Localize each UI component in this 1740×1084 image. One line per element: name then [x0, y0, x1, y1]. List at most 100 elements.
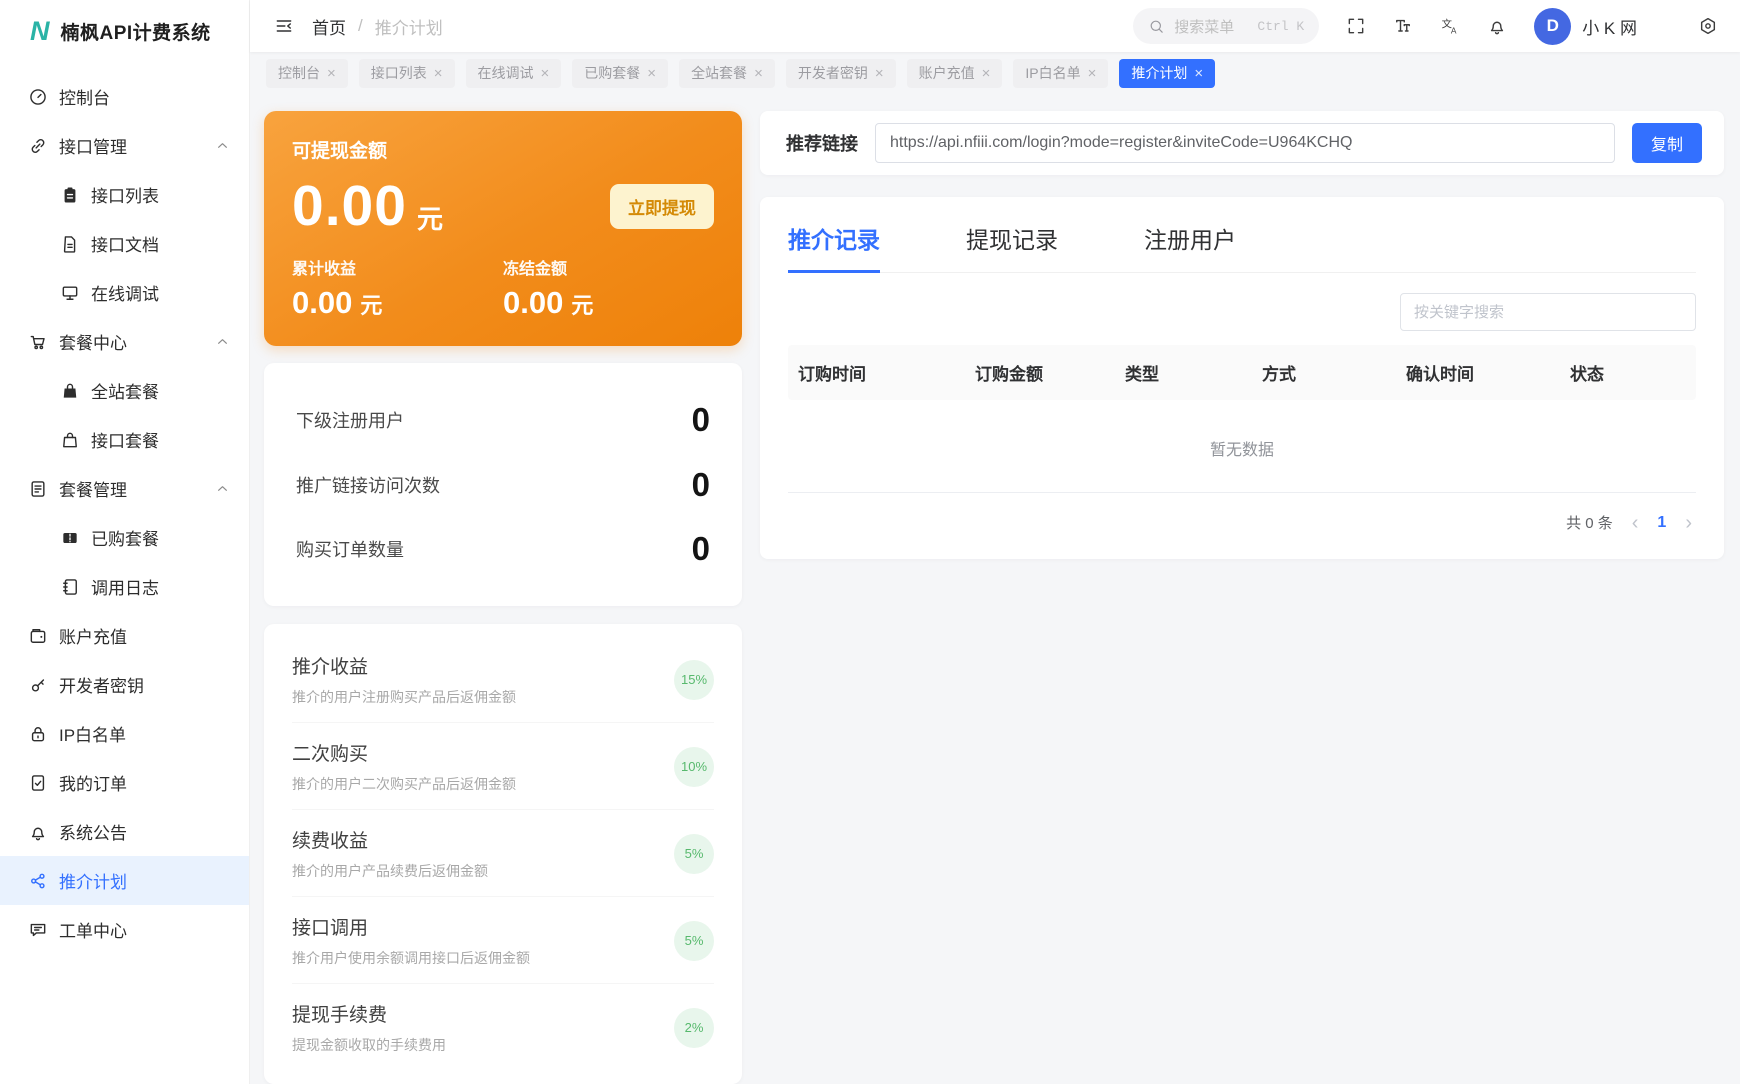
order-icon — [28, 773, 48, 793]
close-icon[interactable] — [327, 66, 336, 81]
close-icon[interactable] — [754, 66, 763, 81]
sidebar-item-api-list[interactable]: 接口列表 — [0, 170, 249, 219]
tab-label: IP白名单 — [1025, 65, 1081, 81]
sidebar-item-site-packages[interactable]: 全站套餐 — [0, 366, 249, 415]
commission-desc: 提现金额收取的手续费用 — [292, 1037, 446, 1053]
empty-state-text: 暂无数据 — [788, 400, 1696, 493]
column-type: 类型 — [1125, 365, 1159, 384]
sidebar-item-call-logs[interactable]: 调用日志 — [0, 562, 249, 611]
link-icon — [28, 136, 48, 156]
sidebar-nav: 控制台 接口管理 接口列表 接口文档 在线调试 套餐中心 全站套餐 接口套餐 套… — [0, 62, 249, 954]
key-icon — [28, 675, 48, 695]
sidebar-group-api-management[interactable]: 接口管理 — [0, 121, 249, 170]
tab-label: 推介计划 — [1131, 65, 1188, 81]
menu-fold-icon[interactable] — [274, 16, 294, 36]
close-icon[interactable] — [1088, 66, 1097, 81]
search-icon — [1148, 18, 1165, 35]
app-title: 楠枫API计费系统 — [60, 22, 211, 44]
sidebar-item-ip-whitelist[interactable]: IP白名单 — [0, 709, 249, 758]
tab-registered-users[interactable]: 注册用户 — [1144, 221, 1236, 273]
sidebar-item-online-debug[interactable]: 在线调试 — [0, 268, 249, 317]
sidebar-item-referral-program[interactable]: 推介计划 — [0, 856, 249, 905]
referral-link-input[interactable] — [875, 123, 1615, 163]
topbar: 首页 / 推介计划 搜索菜单 Ctrl K D 小 K 网 — [250, 0, 1740, 52]
settings-gear-icon[interactable] — [1698, 16, 1718, 36]
sidebar-item-label: 工单中心 — [59, 922, 127, 941]
frozen-amount-stat: 冻结金额 0.00 元 — [503, 255, 714, 321]
sidebar-item-label: 接口列表 — [91, 187, 159, 206]
api-call-row: 接口调用 推介用户使用余额调用接口后返佣金额 5% — [292, 897, 714, 984]
tab-api-list[interactable]: 接口列表 — [358, 58, 455, 88]
sidebar-group-package-center[interactable]: 套餐中心 — [0, 317, 249, 366]
next-page-icon[interactable] — [1685, 513, 1692, 533]
tab-referral-program[interactable]: 推介计划 — [1119, 58, 1216, 88]
referral-stats-card: 下级注册用户 0 推广链接访问次数 0 购买订单数量 0 — [264, 363, 742, 606]
wallet-icon — [28, 626, 48, 646]
stat-unit: 元 — [360, 293, 383, 318]
tab-online-debug[interactable]: 在线调试 — [465, 58, 562, 88]
close-icon[interactable] — [434, 66, 443, 81]
tab-label: 在线调试 — [477, 65, 534, 81]
breadcrumb-home[interactable]: 首页 — [312, 14, 346, 39]
sidebar-group-package-management[interactable]: 套餐管理 — [0, 464, 249, 513]
sidebar-item-dashboard[interactable]: 控制台 — [0, 72, 249, 121]
search-input[interactable]: 搜索菜单 Ctrl K — [1133, 8, 1320, 44]
close-icon[interactable] — [1194, 66, 1203, 81]
commission-title: 二次购买 — [292, 744, 369, 765]
page-content: 可提现金额 0.00 元 立即提现 累计收益 0.00 元 冻结金额 0.00 … — [250, 94, 1740, 1084]
sidebar-item-api-docs[interactable]: 接口文档 — [0, 219, 249, 268]
sidebar-item-developer-keys[interactable]: 开发者密钥 — [0, 660, 249, 709]
tab-withdrawal-records[interactable]: 提现记录 — [966, 221, 1058, 273]
stat-label: 累计收益 — [292, 261, 357, 278]
app-logo-row: N 楠枫API计费系统 — [0, 0, 249, 62]
tab-label: 全站套餐 — [691, 65, 748, 81]
close-icon[interactable] — [875, 66, 884, 81]
sidebar-item-my-orders[interactable]: 我的订单 — [0, 758, 249, 807]
sidebar-item-api-packages[interactable]: 接口套餐 — [0, 415, 249, 464]
page-number[interactable]: 1 — [1657, 514, 1666, 532]
rate-badge: 2% — [674, 1007, 714, 1048]
sidebar-item-label: 全站套餐 — [91, 383, 159, 402]
right-column: 推荐链接 复制 推介记录 提现记录 注册用户 订购时间 订购金额 — [760, 111, 1724, 1084]
sidebar-item-label: 已购套餐 — [91, 530, 159, 549]
breadcrumb-separator: / — [358, 16, 363, 35]
text-size-icon[interactable] — [1393, 16, 1413, 36]
user-menu[interactable]: D 小 K 网 — [1534, 7, 1637, 45]
sidebar-item-account-recharge[interactable]: 账户充值 — [0, 611, 249, 660]
close-icon[interactable] — [647, 66, 656, 81]
tab-account-recharge[interactable]: 账户充值 — [906, 58, 1003, 88]
withdraw-now-button[interactable]: 立即提现 — [610, 183, 714, 229]
sidebar-item-label: 接口套餐 — [91, 432, 159, 451]
translate-icon[interactable] — [1440, 16, 1460, 36]
tab-dashboard[interactable]: 控制台 — [266, 58, 348, 88]
chat-icon — [28, 920, 48, 940]
sidebar-item-label: 我的订单 — [59, 775, 127, 794]
commission-title: 接口调用 — [292, 918, 369, 939]
stat-value: 0 — [691, 400, 710, 438]
tab-site-packages[interactable]: 全站套餐 — [679, 58, 775, 88]
tab-ip-whitelist[interactable]: IP白名单 — [1013, 58, 1109, 88]
table-header-row: 订购时间 订购金额 类型 方式 确认时间 状态 — [788, 345, 1696, 400]
bell-icon[interactable] — [1487, 16, 1507, 36]
tab-referral-records[interactable]: 推介记录 — [788, 221, 880, 273]
sidebar-item-ticket-center[interactable]: 工单中心 — [0, 905, 249, 954]
stat-unit: 元 — [571, 293, 594, 318]
fullscreen-icon[interactable] — [1346, 16, 1366, 36]
avatar[interactable]: D — [1534, 7, 1572, 45]
column-order-amount: 订购金额 — [975, 365, 1043, 384]
stat-label: 冻结金额 — [503, 261, 568, 278]
prev-page-icon[interactable] — [1632, 513, 1639, 533]
tab-developer-keys[interactable]: 开发者密钥 — [785, 58, 896, 88]
sidebar-item-system-announcements[interactable]: 系统公告 — [0, 807, 249, 856]
copy-button[interactable]: 复制 — [1632, 123, 1702, 163]
tab-purchased-packages[interactable]: 已购套餐 — [572, 58, 669, 88]
sidebar-item-label: 控制台 — [59, 89, 110, 108]
sidebar: N 楠枫API计费系统 控制台 接口管理 接口列表 接口文档 在线调试 套餐中心… — [0, 0, 250, 1084]
journal-icon — [60, 577, 80, 597]
main-area: 首页 / 推介计划 搜索菜单 Ctrl K D 小 K 网 控制台 × 接口列表… — [250, 0, 1740, 1084]
keyword-search-input[interactable] — [1400, 293, 1696, 331]
close-icon[interactable] — [541, 66, 550, 81]
breadcrumb: 首页 / 推介计划 — [312, 14, 443, 39]
sidebar-item-purchased-packages[interactable]: 已购套餐 — [0, 513, 249, 562]
close-icon[interactable] — [982, 66, 991, 81]
